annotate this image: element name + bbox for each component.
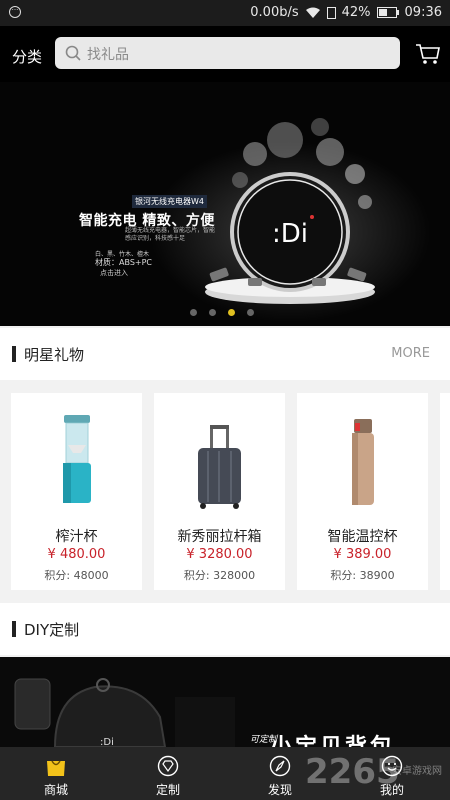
shop-bag-icon bbox=[47, 760, 65, 776]
product-points: 积分: 38900 bbox=[330, 569, 395, 582]
banner-art: :Di bbox=[150, 118, 430, 322]
product-name: 榨汁杯 bbox=[55, 529, 98, 545]
svg-text::Di: :Di bbox=[100, 737, 114, 747]
search-input[interactable]: 找礼品 bbox=[87, 44, 129, 64]
carousel-dot-active[interactable] bbox=[228, 309, 235, 316]
section-marker bbox=[12, 621, 16, 637]
svg-text::Di: :Di bbox=[272, 219, 308, 249]
product-price: ¥ 389.00 bbox=[333, 547, 392, 562]
carousel-dot[interactable] bbox=[209, 309, 216, 316]
section-title: 明星礼物 bbox=[24, 346, 85, 364]
section-title: DIY定制 bbox=[24, 621, 80, 639]
product-card[interactable]: 榨汁杯 ¥ 480.00 积分: 48000 bbox=[11, 393, 142, 590]
category-button[interactable]: 分类 bbox=[12, 46, 42, 67]
search-bar[interactable]: 找礼品 bbox=[55, 37, 400, 69]
section-marker bbox=[12, 346, 16, 362]
tab-label: 商城 bbox=[43, 783, 68, 797]
cart-icon[interactable] bbox=[415, 42, 441, 66]
network-speed: 0.00b/s bbox=[250, 5, 299, 20]
banner-enter-link[interactable]: 点击进入 bbox=[100, 268, 128, 278]
product-card-partial[interactable] bbox=[440, 393, 450, 590]
product-card[interactable]: 新秀丽拉杆箱 ¥ 3280.00 积分: 328000 bbox=[154, 393, 285, 590]
product-points: 积分: 328000 bbox=[183, 569, 256, 582]
diy-headline: 小宝贝背包 bbox=[270, 729, 395, 747]
section-header-star-gifts: 明星礼物 MORE bbox=[0, 328, 450, 380]
more-link[interactable]: MORE bbox=[391, 346, 430, 361]
tab-shop[interactable]: 商城 bbox=[0, 747, 112, 800]
top-header: 分类 找礼品 bbox=[0, 26, 450, 82]
clock: 09:36 bbox=[404, 5, 442, 20]
notification-icon: ··· bbox=[9, 6, 21, 18]
product-name: 新秀丽拉杆箱 bbox=[177, 529, 262, 545]
carousel-dot[interactable] bbox=[190, 309, 197, 316]
smart-cup-image bbox=[352, 419, 374, 505]
product-price: ¥ 3280.00 bbox=[186, 547, 253, 562]
watermark-logo: 2265 bbox=[305, 752, 400, 792]
wifi-icon bbox=[305, 7, 320, 18]
product-price: ¥ 480.00 bbox=[47, 547, 106, 562]
tab-custom[interactable]: 定制 bbox=[112, 747, 224, 800]
compass-icon bbox=[269, 755, 291, 777]
product-points: 积分: 48000 bbox=[44, 569, 109, 582]
banner-material: 材质：ABS+PC bbox=[95, 258, 153, 267]
banner-description: 超薄无线充电器，智能芯片，智能感应识别，科技感十足 bbox=[125, 227, 216, 242]
diy-banner[interactable]: :Di 可定制 小宝贝背包 bbox=[0, 657, 450, 747]
status-bar: ··· 0.00b/s 42% 09:36 bbox=[0, 0, 450, 26]
promo-banner[interactable]: :Di 银河无线充电器W4 智能充电 精致、方便 超薄无线充电器，智能芯片，智能… bbox=[0, 82, 450, 326]
tab-label: 定制 bbox=[155, 783, 180, 797]
product-name: 智能温控杯 bbox=[327, 529, 398, 545]
watermark-text: 安卓游戏网 bbox=[392, 766, 442, 777]
battery-percent: 42% bbox=[341, 5, 371, 20]
battery-icon bbox=[376, 7, 399, 18]
banner-tag: 银河无线充电器W4 bbox=[132, 195, 207, 208]
juicer-cup-image bbox=[63, 415, 91, 503]
product-card[interactable]: 智能温控杯 ¥ 389.00 积分: 38900 bbox=[297, 393, 428, 590]
carousel-indicator bbox=[190, 309, 254, 316]
luggage-image bbox=[198, 425, 241, 509]
diamond-icon bbox=[157, 755, 179, 777]
carousel-dot[interactable] bbox=[247, 309, 254, 316]
sim-icon bbox=[326, 6, 336, 19]
section-header-diy: DIY定制 bbox=[0, 603, 450, 655]
search-icon bbox=[65, 45, 81, 61]
product-carousel[interactable]: 榨汁杯 ¥ 480.00 积分: 48000 新秀丽拉杆箱 ¥ 3280.00 … bbox=[0, 382, 450, 597]
